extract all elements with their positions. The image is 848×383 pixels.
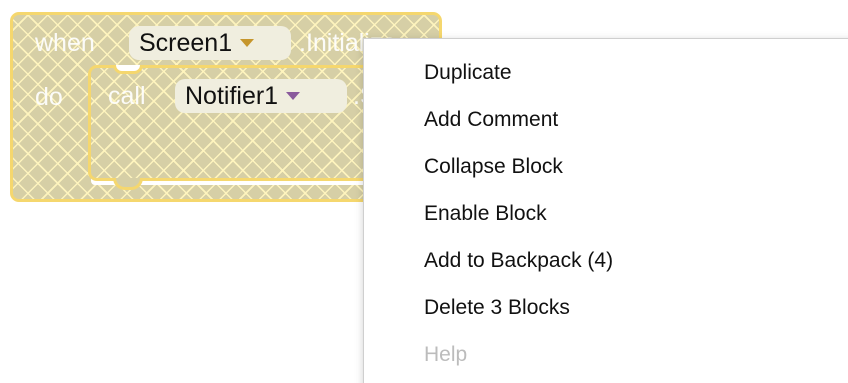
notifier-component-label: Notifier1	[185, 81, 279, 110]
menu-item-add-to-backpack[interactable]: Add to Backpack (4)	[364, 247, 848, 294]
caret-down-icon	[240, 39, 255, 47]
menu-item-help: Help	[424, 343, 468, 366]
do-keyword: do	[35, 83, 63, 111]
call-keyword: call	[108, 82, 146, 110]
blocks-workspace[interactable]: when Screen1 .Initialize do call Notifie…	[0, 0, 848, 383]
when-keyword: when	[35, 29, 95, 57]
menu-item-add-comment[interactable]: Add Comment	[364, 106, 848, 153]
menu-item-duplicate[interactable]: Duplicate	[364, 59, 848, 106]
caret-down-icon	[286, 92, 301, 100]
screen-component-dropdown[interactable]: Screen1	[129, 26, 291, 60]
screen-component-label: Screen1	[139, 28, 233, 57]
menu-item-delete-blocks[interactable]: Delete 3 Blocks	[364, 294, 848, 341]
menu-item-collapse-block[interactable]: Collapse Block	[364, 153, 848, 200]
call-block-top-notch	[113, 65, 143, 74]
menu-item-enable-block[interactable]: Enable Block	[364, 200, 848, 247]
notifier-component-dropdown[interactable]: Notifier1	[175, 79, 347, 113]
block-context-menu: Duplicate Add Comment Collapse Block Ena…	[363, 38, 848, 383]
call-block-notifier1[interactable]: call Notifier1 .S	[88, 65, 378, 190]
